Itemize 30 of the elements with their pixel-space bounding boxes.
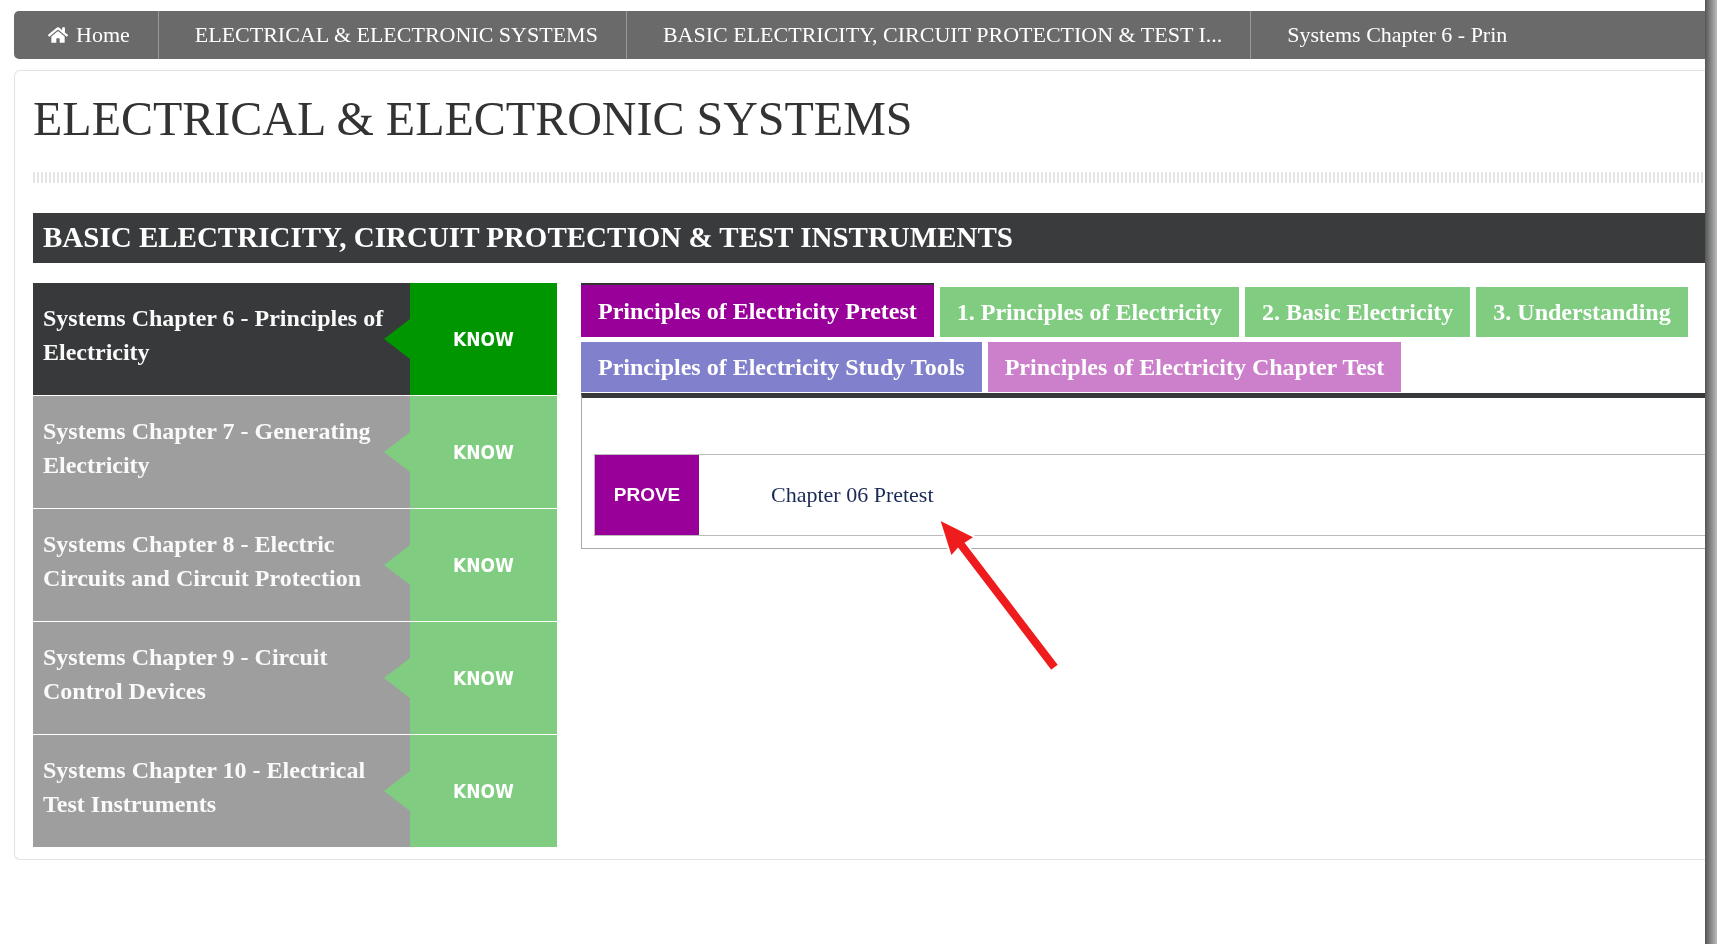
chapter-title: Systems Chapter 8 - Electric Circuits and Circuit Protection [42, 530, 362, 593]
home-icon [48, 25, 68, 45]
breadcrumb-link[interactable]: Home [14, 11, 159, 59]
chapter-item[interactable]: Systems Chapter 7 - Generating Electricity KNOW [33, 396, 557, 508]
know-badge: KNOW [384, 283, 557, 395]
know-badge: KNOW [384, 396, 557, 508]
breadcrumb-link[interactable]: Systems Chapter 6 - Prin [1251, 11, 1536, 59]
chapter-title: Systems Chapter 9 - Circuit Control Devices [42, 643, 329, 706]
breadcrumb-link[interactable]: ELECTRICAL & ELECTRONIC SYSTEMS [158, 11, 627, 59]
know-badge: KNOW [384, 735, 557, 847]
page-title: ELECTRICAL & ELECTRONIC SYSTEMS [33, 91, 914, 146]
test-link[interactable]: Chapter 06 Pretest [771, 482, 934, 508]
tab[interactable]: Principles of Electricity Chapter Test [987, 342, 1402, 392]
prove-badge: PROVE [595, 455, 699, 535]
know-badge: KNOW [384, 622, 557, 734]
chapter-title: Systems Chapter 7 - Generating Electricity [42, 417, 372, 480]
section-header: BASIC ELECTRICITY, CIRCUIT PROTECTION & TEST INSTRUMENTS [33, 212, 1705, 263]
chapter-item[interactable]: Systems Chapter 6 - Principles of Electricity KNOW [33, 283, 557, 395]
tab[interactable]: 3. Understanding [1476, 287, 1688, 337]
know-badge: KNOW [384, 509, 557, 621]
tab[interactable]: 2. Basic Electricity [1245, 287, 1471, 337]
breadcrumb-link[interactable]: BASIC ELECTRICITY, CIRCUIT PROTECTION & TEST I... [626, 11, 1252, 59]
chapter-item[interactable]: Systems Chapter 9 - Circuit Control Devices KNOW [33, 622, 557, 734]
tab[interactable]: 1. Principles of Electricity [939, 287, 1240, 337]
tab[interactable]: Principles of Electricity Pretest [581, 283, 934, 337]
tab[interactable]: Principles of Electricity Study Tools [581, 342, 982, 392]
chapter-title: Systems Chapter 6 - Principles of Electricity [42, 304, 384, 367]
chapter-title: Systems Chapter 10 - Electrical Test Instruments [42, 756, 367, 819]
chapter-item[interactable]: Systems Chapter 10 - Electrical Test Instruments KNOW [33, 735, 557, 847]
chapter-item[interactable]: Systems Chapter 8 - Electric Circuits and Circuit Protection KNOW [33, 509, 557, 621]
